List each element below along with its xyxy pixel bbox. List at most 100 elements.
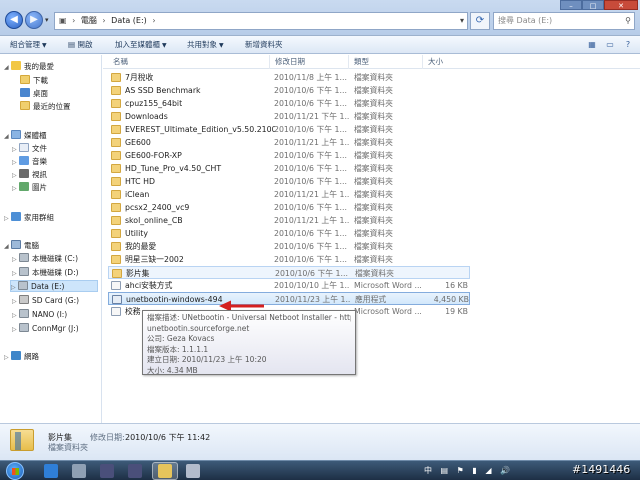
- network-icon[interactable]: ◢: [485, 466, 491, 475]
- file-row[interactable]: Downloads 2010/11/21 下午 1... 檔案資料夾: [108, 110, 470, 123]
- taskbar: 中 ▤ ⚑ ▮ ◢ 🔊: [0, 460, 640, 480]
- tray-icon[interactable]: ▮: [472, 466, 476, 475]
- refresh-button[interactable]: ⟳: [470, 12, 490, 30]
- file-name: Downloads: [125, 112, 168, 121]
- address-dropdown-icon[interactable]: ▾: [460, 13, 464, 29]
- file-row[interactable]: AS SSD Benchmark 2010/10/6 下午 1... 檔案資料夾: [108, 84, 470, 97]
- file-row[interactable]: 影片集 2010/10/6 下午 1... 檔案資料夾: [108, 266, 470, 279]
- recent-pages-dropdown[interactable]: ▾: [45, 16, 49, 24]
- breadcrumb-data-drive[interactable]: Data (E:): [111, 16, 147, 25]
- open-button[interactable]: ▤ 開啟: [68, 36, 92, 54]
- column-header-size[interactable]: 大小: [422, 55, 470, 69]
- nav-downloads[interactable]: 下載: [20, 75, 48, 87]
- nav-drive-g[interactable]: ▷ SD Card (G:): [12, 295, 79, 307]
- preview-pane-icon[interactable]: ▭: [604, 39, 616, 51]
- word-document-icon: [111, 307, 121, 316]
- nav-pictures[interactable]: ▷ 圖片: [12, 182, 47, 194]
- file-row[interactable]: 我的最愛 2010/10/6 下午 1... 檔案資料夾: [108, 240, 470, 253]
- nav-homegroup[interactable]: ▷ 家用群組: [4, 212, 54, 224]
- app-icon[interactable]: [186, 464, 200, 478]
- volume-icon[interactable]: 🔊: [500, 466, 510, 475]
- nav-music[interactable]: ▷ 音樂: [12, 156, 47, 168]
- nav-drive-i[interactable]: ▷ NANO (I:): [12, 309, 67, 321]
- help-icon[interactable]: ?: [622, 39, 634, 51]
- file-type: 檔案資料夾: [354, 216, 393, 225]
- app-icon[interactable]: [72, 464, 86, 478]
- folder-icon: [20, 101, 30, 110]
- nav-network[interactable]: ▷ 網路: [4, 351, 39, 363]
- address-bar[interactable]: ▣ › 電腦 › Data (E:) › ▾: [54, 12, 468, 30]
- organize-menu[interactable]: 組合管理 ▼: [10, 36, 47, 54]
- nav-recent-places[interactable]: 最近的位置: [20, 101, 71, 113]
- music-icon: [19, 156, 29, 165]
- file-row[interactable]: ahci安裝方式 2010/10/10 上午 1... Microsoft Word…: [108, 279, 470, 292]
- file-row[interactable]: HD_Tune_Pro_v4.50_CHT 2010/10/6 下午 1... 檔案…: [108, 162, 470, 175]
- file-type: 檔案資料夾: [354, 229, 393, 238]
- view-options-icon[interactable]: ▦: [586, 39, 598, 51]
- tooltip-line: unetbootin.sourceforge.net: [147, 323, 250, 333]
- navigation-pane: ◢ 我的最愛 下載 桌面 最近的位置 ◢ 媒體櫃 ▷ 文件 ▷ 音樂 ▷ 視訊 ▷ 圖片 ▷…: [0, 55, 102, 423]
- minimize-button[interactable]: –: [560, 0, 582, 10]
- nav-computer[interactable]: ◢ 電腦: [4, 240, 39, 252]
- tooltip-line: 檔案版本: 1.1.1.1: [147, 344, 209, 354]
- file-row[interactable]: pcsx2_2400_vc9 2010/10/6 下午 1... 檔案資料夾: [108, 201, 470, 214]
- computer-icon: ▣: [59, 16, 67, 25]
- add-to-library-menu[interactable]: 加入至媒體櫃 ▼: [115, 36, 167, 54]
- nav-documents[interactable]: ▷ 文件: [12, 143, 47, 155]
- forward-button[interactable]: ▶: [25, 11, 43, 29]
- column-header-type[interactable]: 類型: [348, 55, 422, 69]
- tray-icon[interactable]: ▤: [441, 466, 449, 475]
- maximize-button[interactable]: □: [582, 0, 604, 10]
- drive-icon: [19, 267, 29, 276]
- file-date: 2010/11/21 上午 1...: [274, 216, 350, 225]
- app-icon[interactable]: [128, 464, 142, 478]
- documents-icon: [19, 143, 29, 152]
- flag-icon[interactable]: ⚑: [457, 466, 464, 475]
- file-row[interactable]: skol_online_CB 2010/11/21 上午 1... 檔案資料夾: [108, 214, 470, 227]
- share-with-menu[interactable]: 共用對象 ▼: [187, 36, 224, 54]
- close-button[interactable]: ✕: [604, 0, 638, 10]
- nav-videos[interactable]: ▷ 視訊: [12, 169, 47, 181]
- nav-desktop[interactable]: 桌面: [20, 88, 48, 100]
- breadcrumb-computer[interactable]: 電腦: [81, 16, 97, 25]
- file-name: iClean: [125, 190, 150, 199]
- search-input[interactable]: 搜尋 Data (E:) ⚲: [493, 12, 635, 30]
- nav-drive-c[interactable]: ▷ 本機磁碟 (C:): [12, 253, 78, 265]
- file-row[interactable]: 7月稅收 2010/11/8 上午 1... 檔案資料夾: [108, 71, 470, 84]
- file-date: 2010/10/6 下午 1...: [274, 255, 347, 264]
- column-header-name[interactable]: 名稱: [108, 55, 274, 69]
- column-header-date[interactable]: 修改日期: [269, 55, 348, 69]
- details-type: 檔案資料夾: [48, 443, 88, 452]
- file-row[interactable]: GE600-FOR-XP 2010/10/6 下午 1... 檔案資料夾: [108, 149, 470, 162]
- nav-drive-j[interactable]: ▷ ConnMgr (J:): [12, 323, 79, 335]
- file-name: EVEREST_Ultimate_Edition_v5.50.2100...: [125, 125, 275, 134]
- search-icon[interactable]: ⚲: [625, 13, 631, 29]
- file-row[interactable]: HTC HD 2010/10/6 下午 1... 檔案資料夾: [108, 175, 470, 188]
- nav-libraries[interactable]: ◢ 媒體櫃: [4, 130, 47, 142]
- file-name: 我的最愛: [125, 242, 157, 251]
- file-type: 檔案資料夾: [354, 86, 393, 95]
- nav-drive-e[interactable]: ▷ Data (E:): [10, 280, 98, 292]
- back-button[interactable]: ◀: [5, 11, 23, 29]
- file-row[interactable]: unetbootin-windows-494 2010/11/23 上午 1...…: [108, 292, 470, 305]
- file-row[interactable]: cpuz155_64bit 2010/10/6 下午 1... 檔案資料夾: [108, 97, 470, 110]
- explorer-icon: [158, 464, 172, 478]
- new-folder-button[interactable]: 新增資料夾: [245, 36, 283, 54]
- file-row[interactable]: GE600 2010/11/21 上午 1... 檔案資料夾: [108, 136, 470, 149]
- file-row[interactable]: Utility 2010/10/6 下午 1... 檔案資料夾: [108, 227, 470, 240]
- file-name: pcsx2_2400_vc9: [125, 203, 190, 212]
- start-button[interactable]: [6, 462, 24, 480]
- nav-favorites[interactable]: ◢ 我的最愛: [4, 61, 54, 73]
- ime-icon[interactable]: 中: [424, 466, 432, 475]
- command-bar: 組合管理 ▼ ▤ 開啟 加入至媒體櫃 ▼ 共用對象 ▼ 新增資料夾 ▦ ▭ ?: [0, 36, 640, 54]
- file-date: 2010/10/6 下午 1...: [274, 164, 347, 173]
- file-type: 檔案資料夾: [354, 255, 393, 264]
- nav-drive-d[interactable]: ▷ 本機磁碟 (D:): [12, 267, 79, 279]
- ie-icon[interactable]: [44, 464, 58, 478]
- file-type: 檔案資料夾: [354, 164, 393, 173]
- app-icon[interactable]: [100, 464, 114, 478]
- file-name: cpuz155_64bit: [125, 99, 183, 108]
- file-row[interactable]: EVEREST_Ultimate_Edition_v5.50.2100... 20…: [108, 123, 470, 136]
- file-row[interactable]: iClean 2010/11/21 上午 1... 檔案資料夾: [108, 188, 470, 201]
- file-row[interactable]: 明星三缺一2002 2010/10/6 下午 1... 檔案資料夾: [108, 253, 470, 266]
